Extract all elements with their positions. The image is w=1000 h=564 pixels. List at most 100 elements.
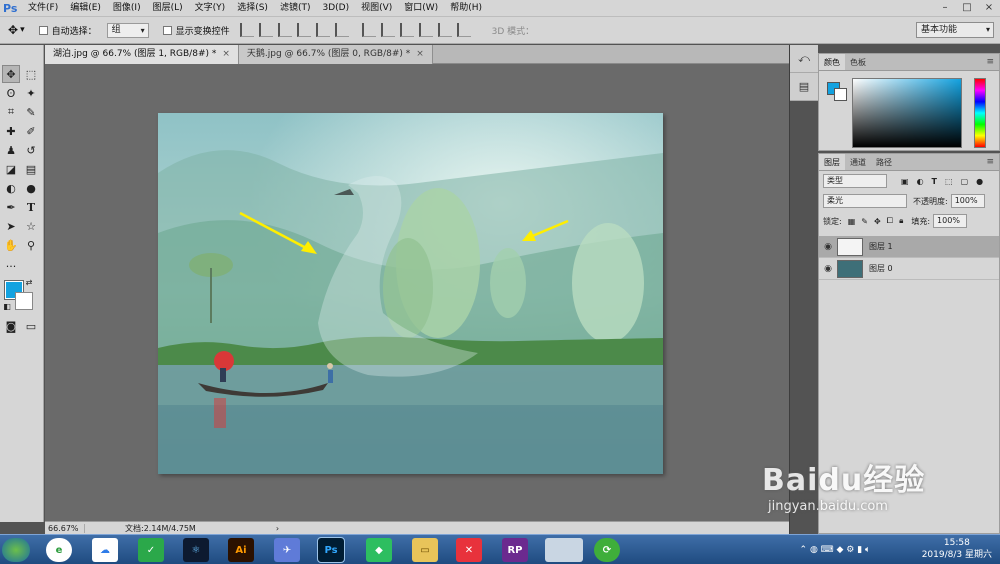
- menu-file[interactable]: 文件(F): [22, 0, 64, 17]
- type-tool-icon[interactable]: T: [22, 198, 40, 216]
- close-tab-icon[interactable]: ×: [222, 49, 230, 59]
- quick-mask-icon[interactable]: ◙: [2, 317, 20, 335]
- tab-paths[interactable]: 路径: [871, 154, 897, 170]
- filter-adjustment-icon[interactable]: ◐: [917, 177, 924, 186]
- distribute-bottom-icon[interactable]: [399, 23, 414, 37]
- tab-layers[interactable]: 图层: [819, 154, 845, 170]
- distribute-hcenter-icon[interactable]: [437, 23, 452, 37]
- background-color-swatch[interactable]: [15, 292, 33, 310]
- browser-2-app-icon[interactable]: ⟳: [594, 538, 620, 562]
- align-vcenter-icon[interactable]: [258, 23, 273, 37]
- minimize-icon[interactable]: –: [934, 0, 956, 17]
- visibility-eye-icon[interactable]: ◉: [819, 264, 837, 274]
- menu-view[interactable]: 视图(V): [355, 0, 398, 17]
- filter-toggle-icon[interactable]: ●: [976, 177, 983, 186]
- close-icon[interactable]: ×: [978, 0, 1000, 17]
- shape-tool-icon[interactable]: ☆: [22, 217, 40, 235]
- eraser-tool-icon[interactable]: ◪: [2, 160, 20, 178]
- clone-stamp-tool-icon[interactable]: ♟: [2, 141, 20, 159]
- show-transform-checkbox[interactable]: [162, 25, 172, 35]
- filter-smart-object-icon[interactable]: ▢: [961, 177, 969, 186]
- distribute-left-icon[interactable]: [418, 23, 433, 37]
- panel-menu-icon[interactable]: ≡: [986, 157, 994, 167]
- canvas-area[interactable]: [45, 64, 789, 521]
- menu-image[interactable]: 图像(I): [107, 0, 147, 17]
- lasso-tool-icon[interactable]: ʘ: [2, 84, 20, 102]
- distribute-vcenter-icon[interactable]: [380, 23, 395, 37]
- green-app-icon[interactable]: ✓: [138, 538, 164, 562]
- align-left-icon[interactable]: [296, 23, 311, 37]
- align-bottom-icon[interactable]: [277, 23, 292, 37]
- screen-mode-icon[interactable]: ▭: [22, 317, 40, 335]
- axure-rp-app-icon[interactable]: RP: [502, 538, 528, 562]
- tab-swatches[interactable]: 色板: [845, 54, 871, 70]
- marquee-tool-icon[interactable]: ⬚: [22, 65, 40, 83]
- panel-menu-icon[interactable]: ≡: [986, 57, 994, 67]
- move-tool-icon[interactable]: ✥: [2, 65, 20, 83]
- distribute-right-icon[interactable]: [456, 23, 471, 37]
- menu-edit[interactable]: 编辑(E): [64, 0, 107, 17]
- maximize-icon[interactable]: □: [956, 0, 978, 17]
- preset-dropdown-icon[interactable]: ▾: [20, 25, 25, 35]
- menu-3d[interactable]: 3D(D): [316, 0, 355, 17]
- swap-colors-icon[interactable]: ⇄: [24, 277, 34, 287]
- auto-select-option[interactable]: 自动选择：: [38, 24, 97, 37]
- pen-tool-icon[interactable]: ✒: [2, 198, 20, 216]
- lock-position-icon[interactable]: ✥: [874, 217, 881, 226]
- start-button-icon[interactable]: [2, 538, 30, 562]
- hue-slider[interactable]: [974, 78, 986, 148]
- file-explorer-icon[interactable]: ▭: [412, 538, 438, 562]
- show-transform-option[interactable]: 显示变换控件: [162, 24, 230, 37]
- opacity-field[interactable]: 100%: [950, 194, 985, 208]
- color-panel-background-swatch[interactable]: [834, 88, 847, 101]
- browser-app-icon[interactable]: e: [46, 538, 72, 562]
- evernote-app-icon[interactable]: ◆: [366, 538, 392, 562]
- avatar-app-icon[interactable]: [545, 538, 583, 562]
- status-expand-icon[interactable]: ›: [276, 524, 279, 533]
- lock-all-icon[interactable]: 🔒︎: [899, 216, 903, 226]
- color-picker-field[interactable]: [852, 78, 962, 148]
- layer-filter-dropdown[interactable]: 类型: [823, 174, 887, 188]
- photoshop-app-icon[interactable]: Ps: [317, 537, 345, 563]
- hand-tool-icon[interactable]: ✋: [2, 236, 20, 254]
- more-tools-icon[interactable]: ···: [2, 257, 20, 275]
- brush-tool-icon[interactable]: ✐: [22, 122, 40, 140]
- fill-field[interactable]: 100%: [933, 214, 968, 228]
- auto-select-target-dropdown[interactable]: 组: [106, 22, 149, 38]
- tab-color[interactable]: 颜色: [819, 54, 845, 70]
- visibility-eye-icon[interactable]: ◉: [819, 242, 837, 252]
- default-colors-icon[interactable]: ◧: [2, 301, 12, 311]
- menu-window[interactable]: 窗口(W): [398, 0, 444, 17]
- history-panel-icon[interactable]: ⤺: [790, 45, 818, 73]
- filter-pixel-icon[interactable]: ▣: [901, 177, 909, 186]
- illustrator-app-icon[interactable]: Ai: [228, 538, 254, 562]
- blur-tool-icon[interactable]: ◐: [2, 179, 20, 197]
- xmind-app-icon[interactable]: ✕: [456, 538, 482, 562]
- eyedropper-tool-icon[interactable]: ✎: [22, 103, 40, 121]
- close-tab-icon[interactable]: ×: [416, 49, 424, 59]
- menu-select[interactable]: 选择(S): [231, 0, 274, 17]
- align-hcenter-icon[interactable]: [315, 23, 330, 37]
- move-tool-preset-icon[interactable]: ✥: [8, 23, 18, 37]
- workspace-dropdown[interactable]: 基本功能: [916, 22, 994, 38]
- layer-row[interactable]: ◉ 图层 0: [819, 258, 999, 280]
- healing-brush-tool-icon[interactable]: ✚: [2, 122, 20, 140]
- properties-panel-icon[interactable]: ▤: [790, 73, 818, 101]
- atom-app-icon[interactable]: ⚛: [183, 538, 209, 562]
- baidu-netdisk-app-icon[interactable]: ☁: [92, 538, 118, 562]
- align-right-icon[interactable]: [334, 23, 349, 37]
- lock-transparency-icon[interactable]: ▦: [848, 217, 856, 226]
- tab-channels[interactable]: 通道: [845, 154, 871, 170]
- tab-swan-document[interactable]: 天鹅.jpg @ 66.7% (图层 0, RGB/8#) * ×: [238, 45, 433, 64]
- filter-shape-icon[interactable]: ⬚: [945, 177, 953, 186]
- menu-filter[interactable]: 滤镜(T): [274, 0, 317, 17]
- bird-app-icon[interactable]: ✈: [274, 538, 300, 562]
- blend-mode-dropdown[interactable]: 柔光: [823, 194, 907, 208]
- system-tray-icons[interactable]: ⌃ ◍ ⌨ ◆ ⚙ ▮ 🔈︎: [780, 538, 890, 562]
- lock-pixels-icon[interactable]: ✎: [861, 217, 868, 226]
- system-clock[interactable]: 15:58 2019/8/3 星期六: [922, 537, 992, 561]
- zoom-level[interactable]: 66.67%: [45, 523, 85, 533]
- history-brush-tool-icon[interactable]: ↺: [22, 141, 40, 159]
- filter-type-icon[interactable]: T: [932, 177, 937, 186]
- tab-lake-document[interactable]: 湖泊.jpg @ 66.7% (图层 1, RGB/8#) * ×: [45, 45, 239, 64]
